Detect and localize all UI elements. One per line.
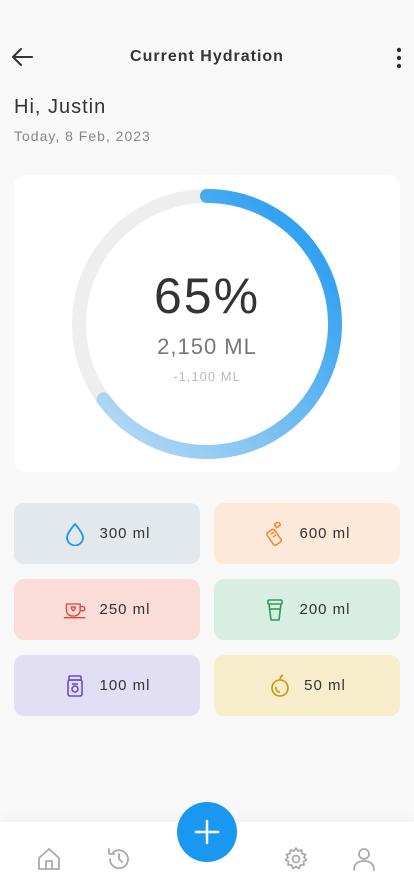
drink-50ml-button[interactable]: 50 ml [214, 655, 400, 716]
amount-label: 2,150 ML [157, 334, 257, 359]
home-icon [38, 848, 60, 870]
drink-label: 50 ml [304, 677, 346, 694]
fruit-icon [268, 673, 292, 698]
bottle-icon [263, 521, 287, 546]
greeting: Hi, Justin [14, 96, 107, 118]
hydration-card: 65% 2,150 ML -1,100 ML [14, 175, 400, 472]
drink-label: 100 ml [99, 677, 151, 694]
nav-settings[interactable] [283, 846, 309, 872]
more-button[interactable] [392, 44, 406, 72]
remaining-label: -1,100 ML [173, 369, 241, 384]
drink-250ml-button[interactable]: 250 ml [14, 579, 200, 640]
drink-600ml-button[interactable]: 600 ml [214, 503, 400, 564]
nav-profile[interactable] [351, 846, 377, 872]
percent-label: 65% [153, 268, 261, 324]
drink-200ml-button[interactable]: 200 ml [214, 579, 400, 640]
user-icon [353, 848, 375, 871]
gear-icon [284, 847, 308, 870]
nav-history[interactable] [106, 846, 132, 872]
add-drink-button[interactable] [177, 802, 237, 862]
nav-home[interactable] [36, 846, 62, 872]
more-vertical-icon [396, 47, 402, 69]
drink-300ml-button[interactable]: 300 ml [14, 503, 200, 564]
drink-label: 300 ml [99, 525, 151, 542]
date-label: Today, 8 Feb, 2023 [14, 128, 151, 144]
water-drop-icon [63, 522, 87, 546]
jar-icon [63, 674, 87, 698]
page-title: Current Hydration [130, 48, 284, 65]
coffee-cup-icon [63, 598, 87, 622]
cup-icon [263, 598, 287, 622]
header: Current Hydration [0, 0, 414, 100]
drink-label: 250 ml [99, 601, 151, 618]
drink-100ml-button[interactable]: 100 ml [14, 655, 200, 716]
drink-label: 200 ml [299, 601, 351, 618]
plus-icon [194, 819, 220, 845]
history-icon [108, 848, 129, 870]
drink-label: 600 ml [299, 525, 351, 542]
